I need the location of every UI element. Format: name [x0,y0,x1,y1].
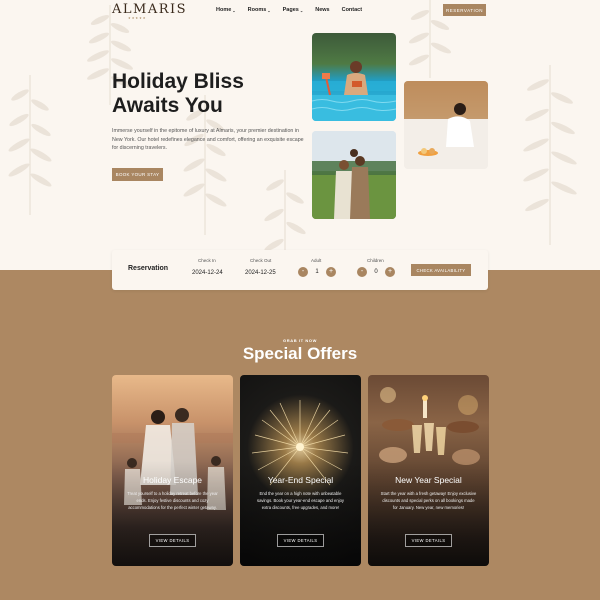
offer-card-holiday-escape: Holiday Escape Treat yourself to a holid… [112,375,233,566]
nav-item-label: Pages [282,7,299,13]
hero-title-line1: Holiday Bliss [112,70,244,93]
check-in-field[interactable]: 2024-12-24 [192,270,223,276]
adult-count: 1 [315,269,319,275]
chevron-down-icon: ⌄ [232,7,236,13]
reservation-button[interactable]: RESERVATION [443,4,486,16]
offer-card-new-year-special: New Year Special Start the year with a f… [368,375,489,566]
main-menu: Home ⌄ Rooms ⌄ Pages ⌄ News Contact [216,7,374,13]
view-details-button[interactable]: VIEW DETAILS [149,534,196,547]
children-label: Children [367,258,384,263]
hero-title-line2: Awaits You [112,94,223,117]
nav-item-label: Home [216,7,232,13]
nav-item-rooms[interactable]: Rooms ⌄ [248,7,271,13]
view-details-button[interactable]: VIEW DETAILS [277,534,324,547]
fern-decoration [523,65,577,245]
couple-photo [312,131,396,219]
offer-description: End the year on a high note with unbeata… [256,491,345,511]
offer-description: Start the year with a fresh getaway! Enj… [380,491,477,511]
brand-stars: ★★★★★ [128,16,147,20]
offer-title: New Year Special [395,475,462,485]
offer-description: Treat yourself to a holiday retreat befo… [127,491,218,511]
offer-title: Holiday Escape [142,475,203,485]
nav-item-news[interactable]: News [315,7,329,13]
children-stepper: - 0 + [357,267,395,277]
view-details-button[interactable]: VIEW DETAILS [405,534,452,547]
check-out-label: Check Out [250,258,272,263]
nav-item-pages[interactable]: Pages ⌄ [283,7,304,13]
offer-card-year-end-special: Year-End Special End the year on a high … [240,375,361,566]
hero-section: ALMARIS ★★★★★ Home ⌄ Rooms ⌄ Pages ⌄ New… [0,0,600,270]
nav-item-label: News [315,7,330,13]
adult-stepper: - 1 + [298,267,336,277]
offers-kicker: GRAB IT NOW [283,338,317,343]
hero-description: Immerse yourself in the epitome of luxur… [112,128,304,151]
fern-decoration [8,75,52,215]
offer-title: Year-End Special [267,475,334,485]
adult-decrement-button[interactable]: - [298,267,308,277]
adult-label: Adult [311,258,322,263]
hero-title: Holiday Bliss Awaits You [112,70,292,118]
children-increment-button[interactable]: + [385,267,395,277]
brand-logo[interactable]: ALMARIS [112,2,187,17]
children-count: 0 [374,269,378,275]
nav-item-contact[interactable]: Contact [342,7,362,13]
reservation-bar: Reservation Check In 2024-12-24 Check Ou… [112,250,488,290]
offers-title: Special Offers [242,344,358,363]
adult-increment-button[interactable]: + [326,267,336,277]
nav-item-home[interactable]: Home ⌄ [216,7,236,13]
reservation-title: Reservation [128,265,169,272]
children-decrement-button[interactable]: - [357,267,367,277]
chevron-down-icon: ⌄ [299,7,304,13]
nav-item-label: Contact [341,7,363,13]
check-availability-button[interactable]: CHECK AVAILABILITY [411,264,471,276]
chevron-down-icon: ⌄ [267,7,271,13]
top-navigation: ALMARIS ★★★★★ Home ⌄ Rooms ⌄ Pages ⌄ New… [0,0,600,22]
pool-photo [312,33,396,121]
check-in-label: Check In [198,258,216,263]
check-out-field[interactable]: 2024-12-25 [245,270,276,276]
book-your-stay-button[interactable]: BOOK YOUR STAY [112,168,163,181]
nav-item-label: Rooms [247,7,267,13]
bedroom-photo [404,81,488,169]
